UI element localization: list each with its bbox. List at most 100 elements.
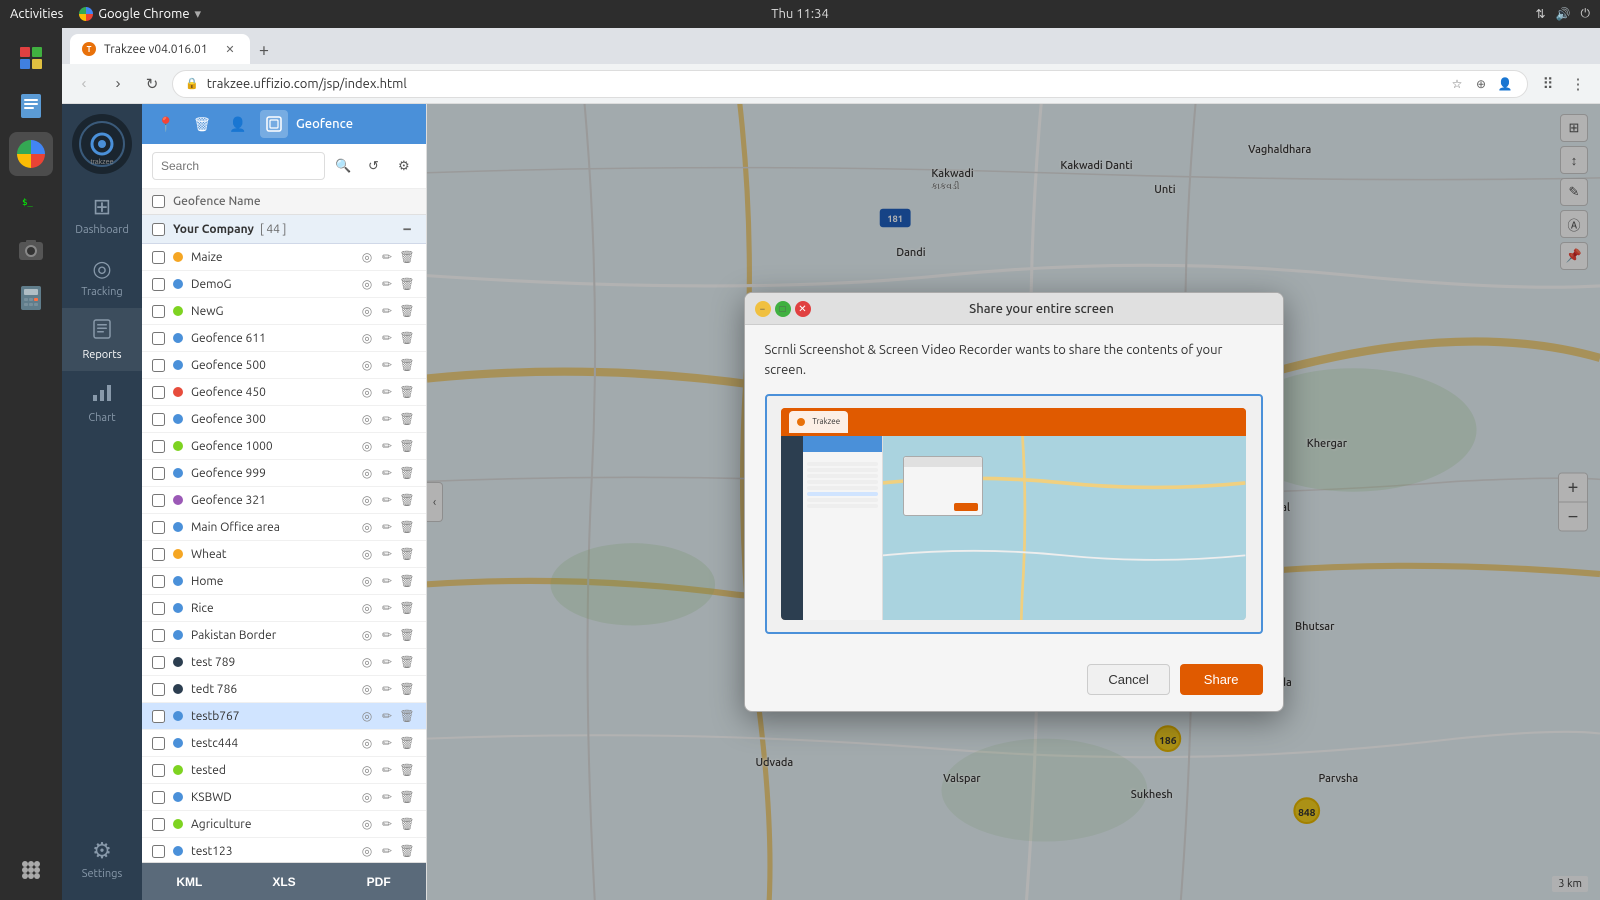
- view-action[interactable]: ◎: [358, 248, 376, 266]
- tab-close-button[interactable]: ✕: [222, 41, 238, 57]
- view-action[interactable]: ◎: [358, 815, 376, 833]
- geofence-list[interactable]: Your Company [ 44 ] − Maize ◎ ✏ 🗑: [142, 215, 426, 862]
- item-checkbox[interactable]: [152, 845, 165, 858]
- list-item[interactable]: Geofence 450 ◎ ✏ 🗑: [142, 379, 426, 406]
- delete-action[interactable]: 🗑: [398, 545, 416, 563]
- delete-action[interactable]: 🗑: [398, 410, 416, 428]
- view-action[interactable]: ◎: [358, 680, 376, 698]
- view-action[interactable]: ◎: [358, 491, 376, 509]
- item-checkbox[interactable]: [152, 548, 165, 561]
- view-action[interactable]: ◎: [358, 599, 376, 617]
- nav-item-chart[interactable]: Chart: [62, 371, 142, 434]
- item-checkbox[interactable]: [152, 305, 165, 318]
- delete-action[interactable]: 🗑: [398, 572, 416, 590]
- back-button[interactable]: ‹: [70, 70, 98, 98]
- list-item[interactable]: Maize ◎ ✏ 🗑: [142, 244, 426, 271]
- dialog-close-button[interactable]: ✕: [795, 301, 811, 317]
- view-action[interactable]: ◎: [358, 518, 376, 536]
- edit-action[interactable]: ✏: [378, 464, 396, 482]
- view-action[interactable]: ◎: [358, 653, 376, 671]
- chrome-ext-icon[interactable]: ⊕: [1471, 74, 1491, 94]
- edit-action[interactable]: ✏: [378, 572, 396, 590]
- location-pin-button[interactable]: 📍: [152, 110, 180, 138]
- network-icon[interactable]: ⇅: [1535, 7, 1545, 21]
- geofence-button[interactable]: [260, 110, 288, 138]
- delete-action[interactable]: 🗑: [398, 491, 416, 509]
- select-all-checkbox[interactable]: [152, 195, 165, 208]
- menu-button[interactable]: ⋮: [1564, 70, 1592, 98]
- edit-action[interactable]: ✏: [378, 626, 396, 644]
- item-checkbox[interactable]: [152, 629, 165, 642]
- volume-icon[interactable]: 🔊: [1556, 7, 1571, 21]
- list-item[interactable]: Geofence 1000 ◎ ✏ 🗑: [142, 433, 426, 460]
- item-checkbox[interactable]: [152, 683, 165, 696]
- kml-export-button[interactable]: KML: [142, 863, 237, 900]
- extensions-button[interactable]: ⠿: [1534, 70, 1562, 98]
- taskbar-camera[interactable]: [9, 228, 53, 272]
- item-checkbox[interactable]: [152, 710, 165, 723]
- list-item[interactable]: NewG ◎ ✏ 🗑: [142, 298, 426, 325]
- item-checkbox[interactable]: [152, 467, 165, 480]
- list-item[interactable]: testc444 ◎ ✏ 🗑: [142, 730, 426, 757]
- view-action[interactable]: ◎: [358, 734, 376, 752]
- delete-action[interactable]: 🗑: [398, 275, 416, 293]
- dialog-minimize-button[interactable]: −: [755, 301, 771, 317]
- delete-action[interactable]: 🗑: [398, 302, 416, 320]
- edit-action[interactable]: ✏: [378, 545, 396, 563]
- item-checkbox[interactable]: [152, 737, 165, 750]
- edit-action[interactable]: ✏: [378, 275, 396, 293]
- delete-action[interactable]: 🗑: [398, 383, 416, 401]
- taskbar-notes[interactable]: [9, 84, 53, 128]
- taskbar-apps[interactable]: [9, 848, 53, 892]
- edit-action[interactable]: ✏: [378, 653, 396, 671]
- list-item[interactable]: test123 ◎ ✏ 🗑: [142, 838, 426, 862]
- view-action[interactable]: ◎: [358, 464, 376, 482]
- list-item[interactable]: Rice ◎ ✏ 🗑: [142, 595, 426, 622]
- list-item[interactable]: Geofence 611 ◎ ✏ 🗑: [142, 325, 426, 352]
- edit-action[interactable]: ✏: [378, 437, 396, 455]
- delete-action[interactable]: 🗑: [398, 356, 416, 374]
- delete-action[interactable]: 🗑: [398, 842, 416, 860]
- taskbar-chrome[interactable]: [9, 132, 53, 176]
- view-action[interactable]: ◎: [358, 572, 376, 590]
- delete-action[interactable]: 🗑: [398, 761, 416, 779]
- item-checkbox[interactable]: [152, 494, 165, 507]
- new-tab-button[interactable]: +: [250, 36, 278, 64]
- list-item[interactable]: Home ◎ ✏ 🗑: [142, 568, 426, 595]
- bookmark-icon[interactable]: ☆: [1447, 74, 1467, 94]
- list-item[interactable]: testb767 ◎ ✏ 🗑: [142, 703, 426, 730]
- power-icon[interactable]: ⏻: [1581, 7, 1591, 21]
- taskbar-files[interactable]: [9, 36, 53, 80]
- list-item[interactable]: Geofence 500 ◎ ✏ 🗑: [142, 352, 426, 379]
- delete-action[interactable]: 🗑: [398, 329, 416, 347]
- item-checkbox[interactable]: [152, 656, 165, 669]
- item-checkbox[interactable]: [152, 818, 165, 831]
- edit-action[interactable]: ✏: [378, 788, 396, 806]
- view-action[interactable]: ◎: [358, 383, 376, 401]
- share-button[interactable]: Share: [1180, 664, 1263, 695]
- edit-action[interactable]: ✏: [378, 599, 396, 617]
- list-item[interactable]: test 789 ◎ ✏ 🗑: [142, 649, 426, 676]
- item-checkbox[interactable]: [152, 413, 165, 426]
- view-action[interactable]: ◎: [358, 329, 376, 347]
- list-item[interactable]: Pakistan Border ◎ ✏ 🗑: [142, 622, 426, 649]
- item-checkbox[interactable]: [152, 278, 165, 291]
- map-area[interactable]: 6 45 186 848 181 Kakwadiકાકવડી Kakwadi D…: [427, 104, 1600, 900]
- item-checkbox[interactable]: [152, 440, 165, 453]
- view-action[interactable]: ◎: [358, 545, 376, 563]
- list-item[interactable]: Geofence 999 ◎ ✏ 🗑: [142, 460, 426, 487]
- edit-action[interactable]: ✏: [378, 302, 396, 320]
- edit-action[interactable]: ✏: [378, 329, 396, 347]
- edit-action[interactable]: ✏: [378, 815, 396, 833]
- item-checkbox[interactable]: [152, 764, 165, 777]
- item-checkbox[interactable]: [152, 359, 165, 372]
- refresh-button[interactable]: ↺: [361, 152, 385, 180]
- view-action[interactable]: ◎: [358, 626, 376, 644]
- search-button[interactable]: 🔍: [331, 152, 355, 180]
- edit-action[interactable]: ✏: [378, 761, 396, 779]
- view-action[interactable]: ◎: [358, 356, 376, 374]
- delete-action[interactable]: 🗑: [398, 626, 416, 644]
- nav-item-tracking[interactable]: ◎ Tracking: [62, 246, 142, 308]
- item-checkbox[interactable]: [152, 575, 165, 588]
- edit-action[interactable]: ✏: [378, 842, 396, 860]
